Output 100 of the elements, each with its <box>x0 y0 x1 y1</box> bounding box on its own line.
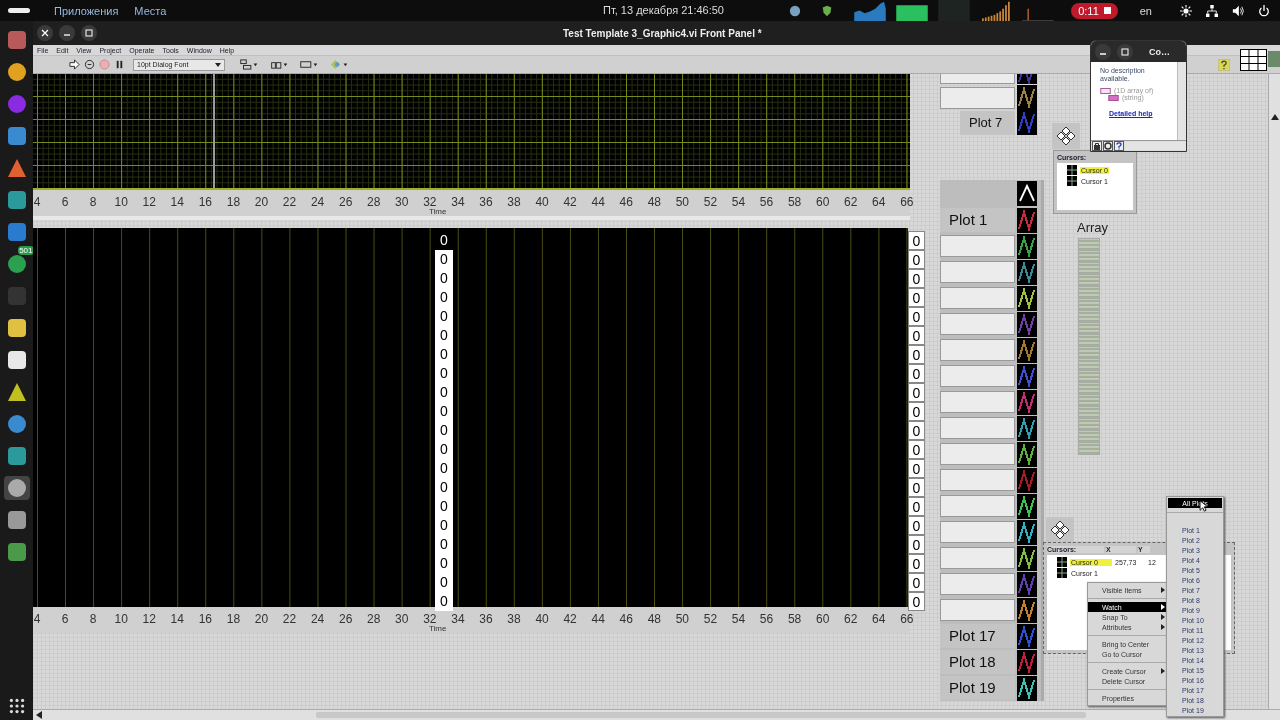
legend-field[interactable] <box>940 469 1015 491</box>
legend-label[interactable]: Plot 7 <box>960 110 1015 135</box>
plot-trace-icon[interactable] <box>1017 311 1037 337</box>
plot-trace-icon[interactable] <box>1017 233 1037 259</box>
power-icon[interactable] <box>1258 4 1270 17</box>
run-arrow-icon[interactable] <box>69 59 80 70</box>
plot-trace-icon[interactable] <box>1017 389 1037 415</box>
scroll-up-icon[interactable] <box>1017 181 1037 206</box>
close-button[interactable] <box>37 25 53 41</box>
plot-trace-icon[interactable] <box>1017 337 1037 363</box>
legend-field[interactable] <box>940 365 1015 387</box>
plot-trace-icon[interactable] <box>1017 649 1037 675</box>
axis-tick-label: 64 <box>872 195 886 209</box>
vertical-scrollbar[interactable] <box>1177 62 1186 140</box>
top-menu[interactable]: Приложения <box>54 4 119 17</box>
plot-trace-icon[interactable] <box>1017 363 1037 389</box>
tile-icon[interactable] <box>6 318 27 338</box>
legend-field[interactable] <box>940 391 1015 413</box>
run-continuous-icon[interactable] <box>84 59 95 70</box>
minimize-button[interactable] <box>59 25 75 41</box>
cursor-mover-button[interactable] <box>1046 517 1074 543</box>
axis-tick-label: 44 <box>591 612 605 626</box>
tile-icon[interactable] <box>6 222 27 242</box>
array-element: 0 <box>908 535 925 554</box>
language-indicator[interactable]: en <box>1139 4 1152 17</box>
legend-field[interactable] <box>940 547 1015 569</box>
tile-icon[interactable] <box>6 350 27 370</box>
tile-icon[interactable] <box>6 190 27 210</box>
plot-trace-icon[interactable] <box>1017 623 1037 649</box>
plot-trace-icon[interactable] <box>1017 207 1037 233</box>
plot-trace-icon[interactable] <box>1017 415 1037 441</box>
window-title: Co… <box>1149 46 1170 57</box>
lock-icon[interactable] <box>1092 141 1102 151</box>
legend-field[interactable] <box>940 261 1015 283</box>
axis-tick-label: 62 <box>844 195 858 209</box>
legend-field[interactable] <box>940 495 1015 517</box>
connector-pane-icon[interactable] <box>1240 48 1280 71</box>
scroll-left-icon[interactable] <box>36 711 42 719</box>
legend-label[interactable]: Plot 19 <box>940 676 1015 700</box>
legend-field[interactable] <box>940 235 1015 257</box>
minimize-button[interactable] <box>1095 43 1111 60</box>
tile-icon[interactable] <box>6 126 27 146</box>
distribute-icon[interactable] <box>269 59 289 70</box>
tile-icon[interactable] <box>6 446 27 466</box>
top-menu[interactable]: Места <box>134 4 167 17</box>
legend-label[interactable]: Plot 17 <box>940 624 1015 648</box>
legend-label[interactable]: Plot 18 <box>940 650 1015 674</box>
legend-field[interactable] <box>940 313 1015 335</box>
legend-label[interactable]: Plot 1 <box>940 208 1015 232</box>
plot-trace-icon[interactable] <box>1017 467 1037 493</box>
reorder-icon[interactable] <box>329 59 349 70</box>
resize-icon[interactable] <box>299 59 319 70</box>
legend-field[interactable] <box>940 86 1015 109</box>
disc-icon[interactable] <box>6 94 27 114</box>
pause-icon[interactable] <box>114 59 125 70</box>
plot-trace-icon[interactable] <box>1017 259 1037 285</box>
axis-tick-label: 40 <box>535 612 549 626</box>
plot-trace-icon[interactable] <box>1017 285 1037 311</box>
axis-tick-label: 42 <box>563 612 577 626</box>
brightness-icon[interactable] <box>1180 4 1192 17</box>
plot-trace-icon[interactable] <box>1017 441 1037 467</box>
vertical-scrollbar[interactable] <box>1268 74 1280 709</box>
array-element: 0 <box>435 402 453 421</box>
horizontal-scrollbar[interactable] <box>1125 142 1186 150</box>
cpu-graph[interactable] <box>853 0 888 21</box>
array-element: 0 <box>908 326 925 345</box>
plot-trace-icon[interactable] <box>1017 519 1037 545</box>
triangle-icon[interactable] <box>6 158 27 178</box>
tile-icon[interactable] <box>6 510 27 530</box>
legend-field[interactable] <box>940 521 1015 543</box>
disc-icon[interactable] <box>6 254 27 274</box>
plot-trace-icon[interactable] <box>1017 597 1037 623</box>
graph-plot-area[interactable] <box>33 74 910 190</box>
axis-tick-label: 30 <box>395 195 409 209</box>
activities-button[interactable] <box>8 8 30 13</box>
recording-indicator[interactable]: 0:11 <box>1071 2 1118 19</box>
apps-grid-icon[interactable] <box>8 698 25 714</box>
maximize-button[interactable] <box>1117 43 1133 60</box>
cursor-mover-button[interactable] <box>1052 123 1080 149</box>
plot-trace-icon[interactable] <box>1017 493 1037 519</box>
legend-field[interactable] <box>940 443 1015 465</box>
plot-trace-icon[interactable] <box>1017 571 1037 597</box>
align-icon[interactable] <box>239 59 259 70</box>
plot-trace-icon[interactable] <box>1017 545 1037 571</box>
volume-icon[interactable] <box>1232 4 1244 17</box>
horizontal-scrollbar[interactable] <box>33 709 1280 720</box>
array-element: 0 <box>908 402 925 421</box>
clock[interactable]: Пт, 13 декабря 21:46:50 <box>603 4 724 16</box>
plot-trace-icon[interactable] <box>1017 675 1037 701</box>
scroll-up-icon[interactable] <box>1270 114 1279 120</box>
play-icon[interactable] <box>6 382 27 402</box>
legend-field[interactable] <box>940 599 1015 621</box>
maximize-button[interactable] <box>81 25 97 41</box>
legend-field[interactable] <box>940 573 1015 595</box>
legend-field[interactable] <box>940 417 1015 439</box>
axis-tick-label: 58 <box>787 612 802 626</box>
legend-field[interactable] <box>940 339 1015 361</box>
network-icon[interactable] <box>1206 4 1218 17</box>
shield-icon[interactable] <box>821 4 834 17</box>
legend-field[interactable] <box>940 287 1015 309</box>
